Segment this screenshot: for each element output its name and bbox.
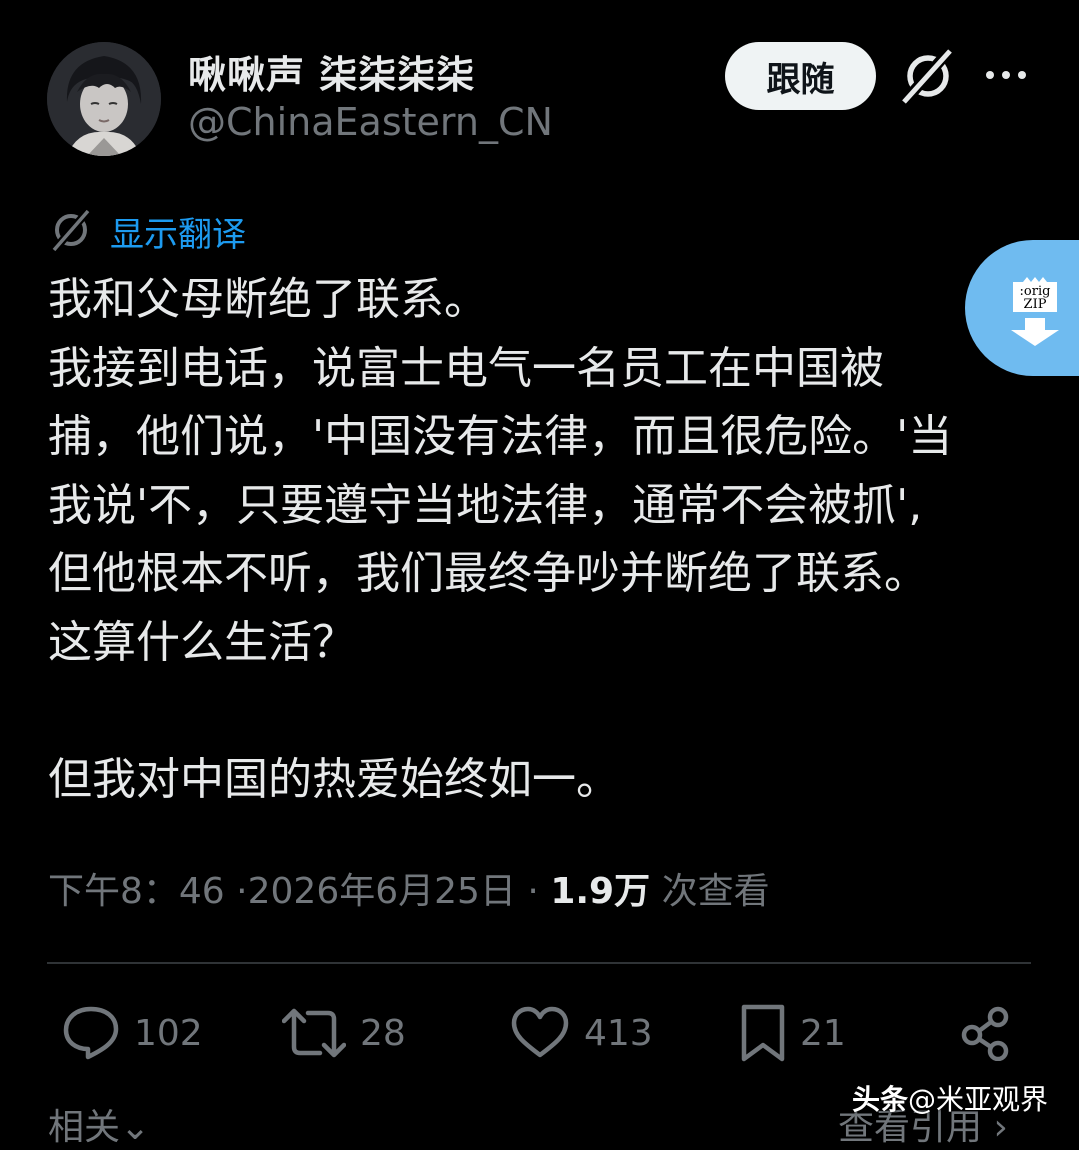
retweet-count: 28: [360, 1012, 406, 1054]
related-label: 相关: [48, 1107, 121, 1148]
reply-button[interactable]: 102: [62, 1003, 203, 1063]
watermark-brand: 头条: [852, 1083, 909, 1116]
user-handle[interactable]: @ChinaEastern_CN: [188, 100, 553, 144]
share-icon: [961, 1006, 1009, 1061]
meta-separator: ·: [236, 871, 248, 912]
views-count: 1.9万: [550, 871, 651, 912]
retweet-button[interactable]: 28: [282, 1003, 406, 1063]
tweet-line: 我和父母断绝了联系。: [48, 274, 488, 325]
translate-grok-icon[interactable]: [49, 207, 94, 252]
bookmark-count: 21: [800, 1012, 846, 1054]
chevron-down-icon: ⌄: [120, 1107, 151, 1148]
avatar[interactable]: [47, 42, 161, 156]
tweet-line: 我说'不，只要遵守当地法律，通常不会被抓',: [48, 479, 923, 531]
grok-icon[interactable]: [898, 46, 958, 106]
related-toggle[interactable]: 相关⌄: [48, 1098, 150, 1150]
retweet-icon: [282, 1008, 346, 1058]
post-time[interactable]: 下午8：46: [48, 871, 225, 912]
bookmark-button[interactable]: 21: [740, 1003, 846, 1063]
watermark: 头条@米亚观界: [852, 1078, 1048, 1118]
meta-separator: ·: [527, 871, 539, 912]
like-button[interactable]: 413: [510, 1003, 653, 1063]
tweet-line: [48, 677, 1038, 746]
display-name[interactable]: 啾啾声 柒柒柒柒: [188, 44, 475, 99]
follow-button[interactable]: 跟随: [725, 42, 876, 110]
reply-count: 102: [134, 1012, 203, 1054]
bookmark-icon: [741, 1004, 785, 1062]
like-count: 413: [584, 1012, 653, 1054]
show-translation-link[interactable]: 显示翻译: [110, 207, 246, 256]
more-icon[interactable]: [984, 60, 1028, 90]
share-button[interactable]: [958, 1003, 1014, 1063]
heart-icon: [511, 1006, 569, 1058]
post-date[interactable]: 2026年6月25日: [248, 871, 516, 912]
anime-character-avatar-icon: [47, 42, 161, 156]
tweet-line: 但我对中国的热爱始终如一。: [48, 753, 620, 805]
reply-icon: [63, 1006, 119, 1060]
views-label: 次查看: [661, 871, 770, 912]
tweet-line: 这算什么生活？: [48, 616, 356, 668]
tweet-text: 我和父母断绝了联系。 我接到电话，说富士电气一名员工在中国被 捕，他们说，'中国…: [48, 266, 1038, 814]
tweet-line: 捕，他们说，'中国没有法律，而且很危险。'当: [48, 411, 953, 462]
divider: [47, 962, 1031, 964]
tweet-line: 但他根本不听，我们最终争吵并断绝了联系。: [48, 548, 928, 599]
tweet-meta: 下午8：46 ·2026年6月25日 · 1.9万 次查看: [48, 862, 770, 914]
watermark-handle: @米亚观界: [908, 1083, 1049, 1116]
tweet-line: 我接到电话，说富士电气一名员工在中国被: [48, 342, 884, 394]
